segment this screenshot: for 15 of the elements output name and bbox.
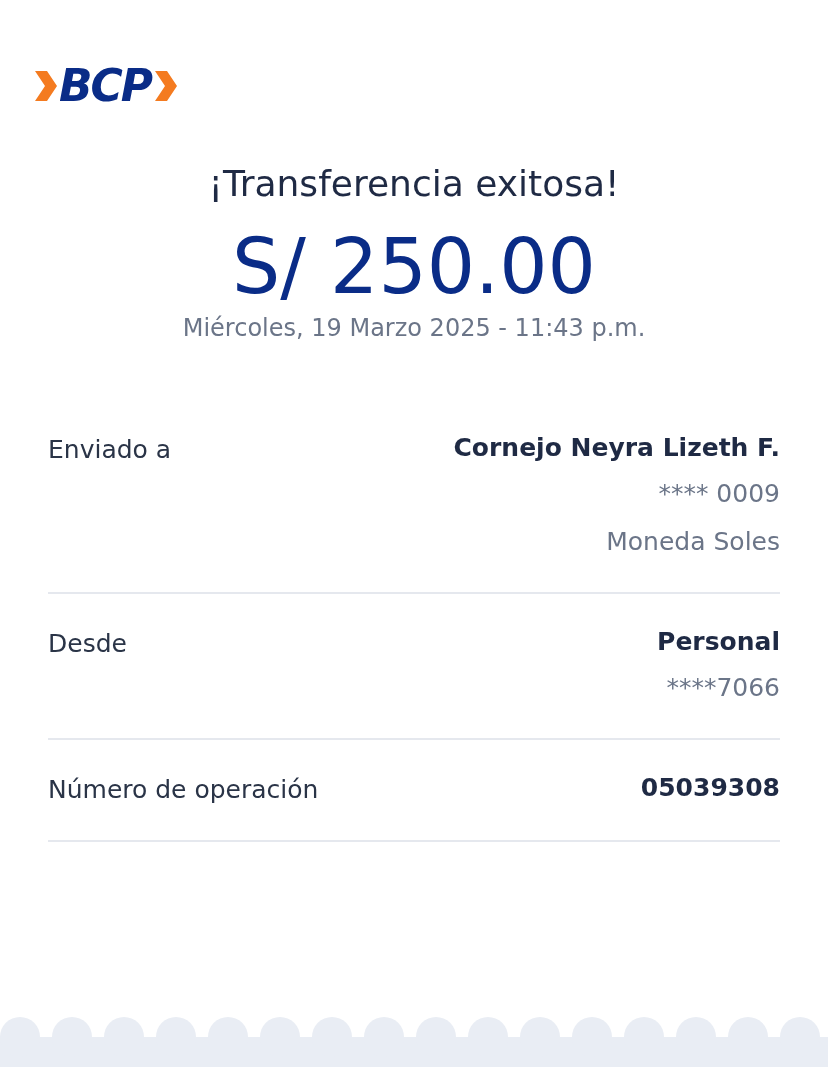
transfer-amount: S/ 250.00 bbox=[232, 222, 596, 312]
chevron-icon bbox=[153, 69, 178, 103]
detail-value: Cornejo Neyra Lizeth F. bbox=[453, 432, 780, 464]
success-title: ¡Transferencia exitosa! bbox=[208, 162, 620, 206]
detail-label: Desde bbox=[48, 628, 127, 660]
detail-label: Enviado a bbox=[48, 434, 172, 466]
transfer-datetime: Miércoles, 19 Marzo 2025 - 11:43 p.m. bbox=[182, 313, 646, 344]
detail-subtext: ****7066 bbox=[666, 672, 780, 704]
detail-value: 05039308 bbox=[640, 772, 780, 804]
detail-value: Personal bbox=[657, 626, 780, 658]
bcp-logo: BCP bbox=[33, 62, 178, 110]
detail-subtext: Moneda Soles bbox=[606, 526, 780, 558]
detail-subtext: **** 0009 bbox=[658, 478, 780, 510]
chevron-icon bbox=[33, 69, 57, 103]
detail-label: Número de operación bbox=[48, 774, 319, 806]
